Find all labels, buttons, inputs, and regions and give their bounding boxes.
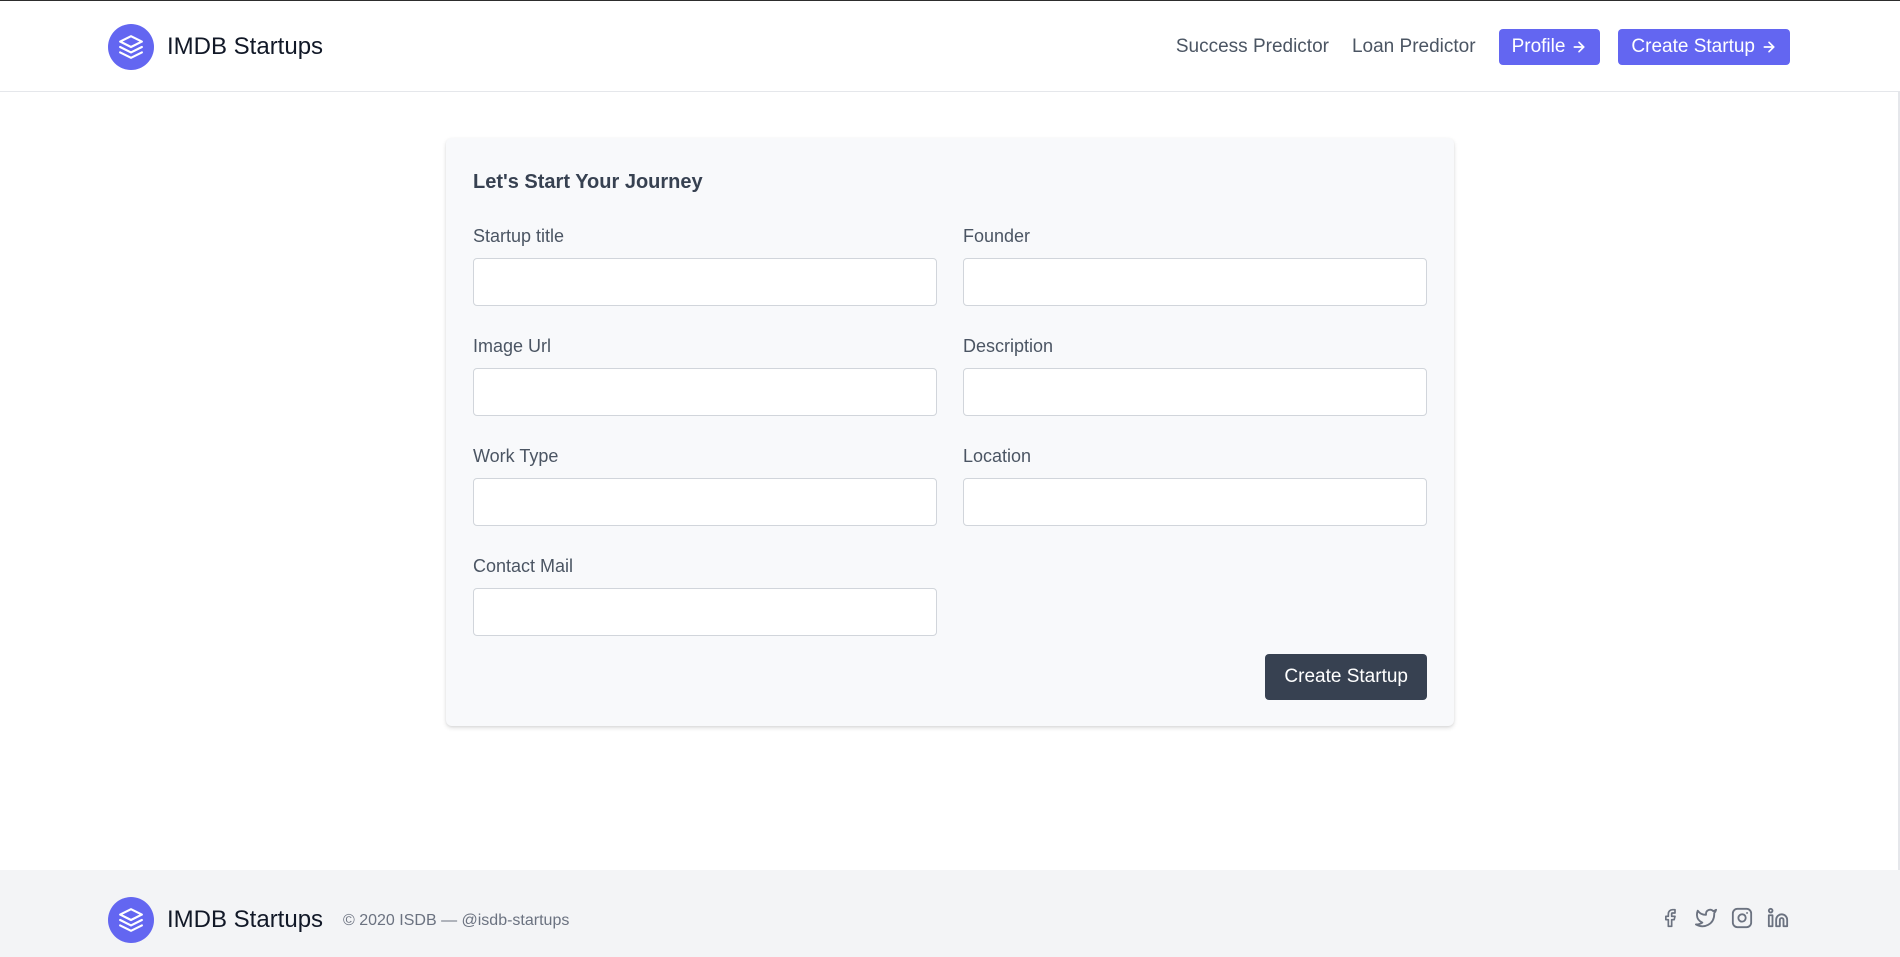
create-startup-nav-button[interactable]: Create Startup bbox=[1618, 29, 1790, 65]
founder-input[interactable] bbox=[963, 258, 1427, 306]
contact-mail-label: Contact Mail bbox=[473, 556, 574, 576]
layers-logo-icon bbox=[108, 24, 154, 70]
image-url-field: Image Url bbox=[473, 336, 937, 416]
linkedin-icon[interactable] bbox=[1766, 906, 1790, 930]
instagram-icon[interactable] bbox=[1730, 906, 1754, 930]
form-title: Let's Start Your Journey bbox=[473, 171, 703, 193]
contact-mail-field: Contact Mail bbox=[473, 556, 937, 636]
startup-title-field: Startup title bbox=[473, 226, 937, 306]
image-url-input[interactable] bbox=[473, 368, 937, 416]
site-footer: IMDB Startups © 2020 ISDB — @isdb-startu… bbox=[0, 870, 1900, 957]
arrow-right-icon bbox=[1763, 41, 1775, 53]
nav-link-loan-predictor[interactable]: Loan Predictor bbox=[1352, 29, 1476, 65]
twitter-icon[interactable] bbox=[1694, 906, 1718, 930]
description-label: Description bbox=[963, 336, 1054, 356]
description-field: Description bbox=[963, 336, 1427, 416]
work-type-field: Work Type bbox=[473, 446, 937, 526]
brand[interactable]: IMDB Startups bbox=[108, 24, 323, 70]
main-nav: Success Predictor Loan Predictor Profile… bbox=[1176, 29, 1790, 65]
social-links bbox=[1646, 906, 1790, 930]
location-field: Location bbox=[963, 446, 1427, 526]
location-label: Location bbox=[963, 446, 1032, 466]
nav-link-success-predictor[interactable]: Success Predictor bbox=[1176, 29, 1329, 65]
contact-mail-input[interactable] bbox=[473, 588, 937, 636]
image-url-label: Image Url bbox=[473, 336, 552, 356]
footer-brand[interactable]: IMDB Startups bbox=[108, 897, 323, 943]
create-startup-submit-button[interactable]: Create Startup bbox=[1265, 654, 1427, 700]
startup-title-label: Startup title bbox=[473, 226, 565, 246]
founder-field: Founder bbox=[963, 226, 1427, 306]
brand-name: IMDB Startups bbox=[167, 33, 324, 60]
footer-brand-name: IMDB Startups bbox=[167, 906, 324, 933]
site-header: IMDB Startups Success Predictor Loan Pre… bbox=[0, 1, 1900, 92]
copyright-text: © 2020 ISDB — @isdb-startups bbox=[343, 912, 570, 929]
create-startup-nav-label: Create Startup bbox=[1631, 36, 1755, 57]
work-type-label: Work Type bbox=[473, 446, 559, 466]
description-input[interactable] bbox=[963, 368, 1427, 416]
startup-title-input[interactable] bbox=[473, 258, 937, 306]
profile-button[interactable]: Profile bbox=[1498, 29, 1601, 65]
create-startup-form-card: Let's Start Your Journey Startup title F… bbox=[446, 138, 1454, 726]
location-input[interactable] bbox=[963, 478, 1427, 526]
work-type-input[interactable] bbox=[473, 478, 937, 526]
layers-logo-icon bbox=[108, 897, 154, 943]
arrow-right-icon bbox=[1573, 41, 1585, 53]
profile-button-label: Profile bbox=[1511, 36, 1566, 57]
facebook-icon[interactable] bbox=[1658, 906, 1682, 930]
founder-label: Founder bbox=[963, 226, 1031, 246]
